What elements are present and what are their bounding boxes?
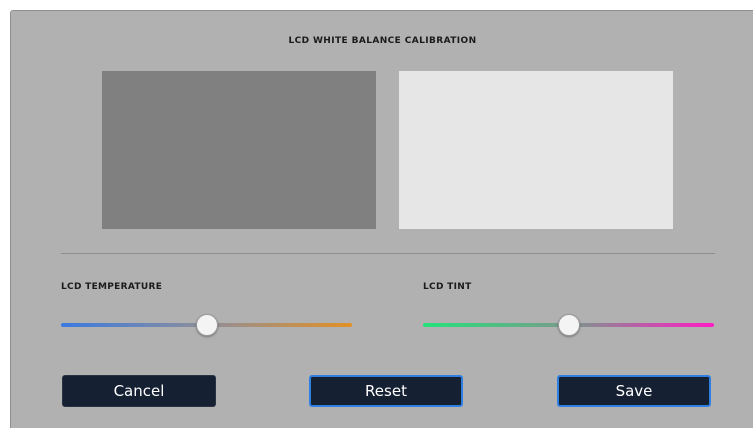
gray-reference-swatch — [102, 71, 376, 229]
page-title: LCD WHITE BALANCE CALIBRATION — [288, 36, 477, 46]
save-button[interactable]: Save — [557, 375, 711, 407]
temperature-slider[interactable] — [61, 314, 352, 336]
tint-slider[interactable] — [423, 314, 714, 336]
temperature-label: LCD TEMPERATURE — [61, 282, 163, 292]
cancel-button[interactable]: Cancel — [62, 375, 216, 407]
temperature-slider-handle[interactable] — [195, 314, 218, 336]
tint-slider-handle[interactable] — [557, 314, 580, 336]
calibration-panel: LCD WHITE BALANCE CALIBRATION LCD TEMPER… — [10, 10, 753, 428]
white-reference-swatch — [399, 71, 673, 229]
reset-button[interactable]: Reset — [309, 375, 463, 407]
divider — [61, 253, 715, 254]
tint-label: LCD TINT — [423, 282, 472, 292]
